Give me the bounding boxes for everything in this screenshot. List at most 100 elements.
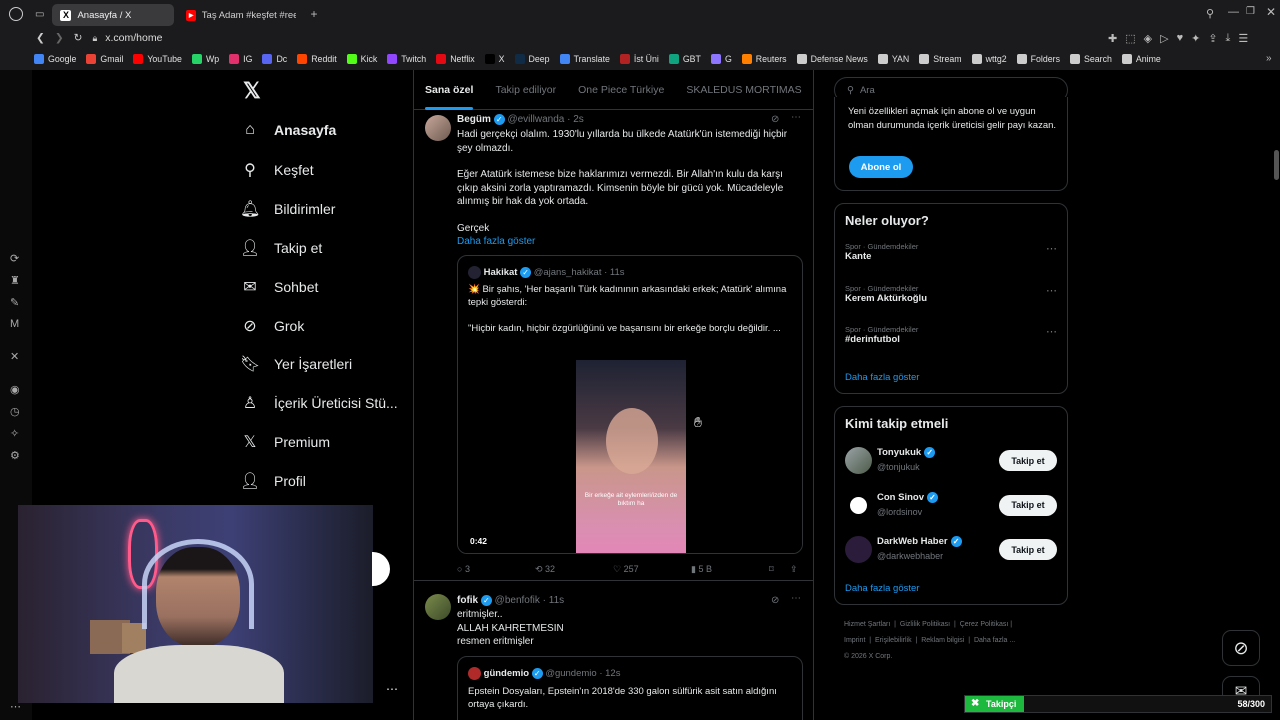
show-more-link[interactable]: Daha fazla göster — [845, 583, 919, 594]
reload-icon[interactable]: ↻ — [74, 32, 83, 44]
dark-mode-circle[interactable] — [372, 552, 390, 586]
bookmark-item[interactable]: Folders — [1016, 54, 1060, 64]
bookmark-item[interactable]: IG — [229, 54, 252, 64]
bookmark-item[interactable]: Netflix — [436, 54, 475, 64]
footer-link[interactable]: Imprint — [844, 637, 865, 644]
avatar[interactable] — [845, 536, 872, 563]
trend-item[interactable]: Spor · Gündemdekiler Kerem Aktürkoğlu ⋯ — [845, 284, 1057, 304]
tweet[interactable]: Begüm ✓ @evillwanda · 2s ⊘ ⋯ Hadi gerçek… — [414, 111, 813, 581]
tab-one-piece[interactable]: One Piece Türkiye — [578, 84, 664, 96]
player-side-icon[interactable]: ◉ — [10, 383, 20, 396]
tweet-time[interactable]: · 2s — [567, 114, 584, 125]
new-tab-button[interactable]: + — [310, 7, 317, 21]
heart-icon[interactable]: ♥ — [1177, 32, 1184, 45]
author-handle[interactable]: @evillwanda — [507, 114, 564, 125]
tab-following[interactable]: Takip ediliyor — [495, 84, 556, 96]
close-window-icon[interactable]: ✕ — [1266, 5, 1276, 19]
workspaces-icon[interactable]: ▭ — [35, 9, 44, 20]
bookmark-item[interactable]: Kick — [346, 54, 377, 64]
footer-link[interactable]: Hizmet Şartları — [844, 621, 890, 628]
avatar[interactable] — [845, 447, 872, 474]
author-handle[interactable]: @benfofik — [495, 595, 540, 606]
mail-app-icon[interactable]: M — [10, 318, 19, 330]
extensions-icon[interactable]: ✦ — [1191, 32, 1200, 45]
nav-item-creator[interactable]: ♙ İçerik Üreticisi Stü... — [240, 393, 398, 413]
screenshot-icon[interactable]: ⬚ — [1125, 32, 1135, 45]
nav-item-person[interactable]: 👤︎ Profil — [240, 471, 306, 491]
bookmark-item[interactable]: wttg2 — [971, 54, 1007, 64]
tweet-more-icon[interactable]: ⋯ — [791, 111, 801, 125]
nav-item-add-person[interactable]: 👤︎ Takip et — [240, 238, 322, 258]
settings-icon[interactable]: ⚙ — [10, 449, 20, 462]
bookmark-item[interactable]: Translate — [559, 54, 610, 64]
nav-item-home[interactable]: ⌂ Anasayfa — [240, 121, 336, 139]
quoted-tweet[interactable]: gündemio ✓ @gundemio · 12s Epstein Dosya… — [457, 656, 803, 720]
back-icon[interactable]: ❮ — [36, 32, 45, 44]
page-scrollbar[interactable] — [1274, 150, 1279, 180]
follow-suggestion[interactable]: Con Sinov ✓ @lordsinov Takip et — [835, 491, 1067, 526]
bookmark-item[interactable]: Defense News — [796, 54, 868, 64]
tweet[interactable]: fofik ✓ @benfofik · 11s ⊘ ⋯ eritmişler..… — [414, 590, 813, 720]
bookmark-item[interactable]: Twitch — [387, 54, 426, 64]
show-more-link[interactable]: Daha fazla göster — [457, 235, 802, 249]
lens-icon[interactable]: ♜ — [10, 274, 20, 287]
quote-author-name[interactable]: Hakikat — [484, 267, 518, 278]
bookmark-item[interactable]: Reddit — [297, 54, 337, 64]
bookmark-item[interactable]: Reuters — [741, 54, 787, 64]
grok-tweet-icon[interactable]: ⊘ — [771, 113, 779, 127]
reply-button[interactable]: ○ 3 — [457, 563, 470, 577]
shield-icon[interactable]: ◈ — [1144, 32, 1152, 45]
x-app-icon[interactable]: ✕ — [10, 350, 19, 363]
bookmark-item[interactable]: Dc — [262, 54, 287, 64]
history-icon[interactable]: ⟳ — [10, 252, 19, 265]
nav-item-bookmark[interactable]: 🔖︎ Yer İşaretleri — [240, 354, 352, 374]
share-tweet-icon[interactable]: ⇪ — [790, 563, 798, 577]
video-player[interactable]: Bir erkeğe ait eylemleri/izden de bıktım… — [458, 360, 802, 553]
bookmark-page-icon[interactable]: ✚ — [1108, 32, 1117, 45]
search-tabs-icon[interactable]: ⚲ — [1206, 7, 1214, 20]
share-icon[interactable]: ⇪ — [1208, 32, 1217, 45]
bookmark-item[interactable]: YouTube — [133, 54, 182, 64]
bookmarks-overflow-icon[interactable]: » — [1266, 53, 1272, 64]
nav-item-x-premium[interactable]: 𝕏 Premium — [240, 432, 330, 452]
url-field[interactable]: x.com/home — [105, 32, 162, 44]
download-icon[interactable]: ⤓ — [1226, 32, 1231, 45]
trend-more-icon[interactable]: ⋯ — [1046, 242, 1057, 255]
repost-button[interactable]: ⟲ 32 — [535, 563, 555, 577]
nav-item-search[interactable]: ⚲ Keşfet — [240, 160, 314, 180]
follow-suggestion[interactable]: DarkWeb Haber ✓ @darkwebhaber Takip et — [835, 536, 1067, 570]
show-more-link[interactable]: Daha fazla göster — [845, 372, 919, 383]
trend-item[interactable]: Spor · Gündemdekiler #derinfutbol ⋯ — [845, 325, 1057, 345]
nav-item-mail[interactable]: ✉ Sohbet — [240, 277, 318, 297]
menu-icon[interactable]: ☰ — [1238, 32, 1248, 45]
avatar[interactable] — [845, 491, 872, 519]
footer-link[interactable]: Daha fazla ... — [974, 637, 1015, 644]
bookmark-item[interactable]: Gmail — [86, 54, 123, 64]
follow-button[interactable]: Takip et — [999, 539, 1057, 560]
bookmark-item[interactable]: Anime — [1121, 54, 1161, 64]
bookmark-item[interactable]: YAN — [877, 54, 909, 64]
author-name[interactable]: fofik — [457, 595, 478, 606]
follow-button[interactable]: Takip et — [999, 494, 1057, 516]
browser-menu-icon[interactable] — [9, 7, 23, 21]
like-button[interactable]: ♡ 257 — [613, 563, 639, 577]
suggestion-name[interactable]: Con Sinov ✓ — [877, 491, 938, 503]
bookmark-item[interactable]: G — [710, 54, 732, 64]
grok-tweet-icon[interactable]: ⊘ — [771, 594, 779, 608]
account-more-icon[interactable]: ⋯ — [386, 682, 398, 696]
bookmark-item[interactable]: İst Üni — [619, 54, 659, 64]
minimize-icon[interactable]: — — [1228, 6, 1239, 18]
bookmark-item[interactable]: Wp — [191, 54, 219, 64]
footer-link[interactable]: Erişilebilirlik — [875, 637, 912, 644]
quote-author-handle[interactable]: @gundemio — [545, 668, 596, 679]
avatar[interactable] — [425, 115, 451, 141]
tweet-time[interactable]: · 11s — [543, 595, 565, 606]
tab-for-you[interactable]: Sana özel — [425, 84, 474, 110]
follow-suggestion[interactable]: Tonyukuk ✓ @tonjukuk Takip et — [835, 447, 1067, 481]
clock-icon[interactable]: ◷ — [10, 405, 20, 418]
grok-button[interactable]: ⊘ — [1222, 630, 1260, 666]
tab-reels[interactable]: ▶ Taş Adam #keşfet #reels # — [178, 4, 304, 26]
bookmark-item[interactable]: Google — [34, 54, 76, 64]
trend-more-icon[interactable]: ⋯ — [1046, 284, 1057, 297]
tab-home[interactable]: X Anasayfa / X — [52, 4, 175, 26]
